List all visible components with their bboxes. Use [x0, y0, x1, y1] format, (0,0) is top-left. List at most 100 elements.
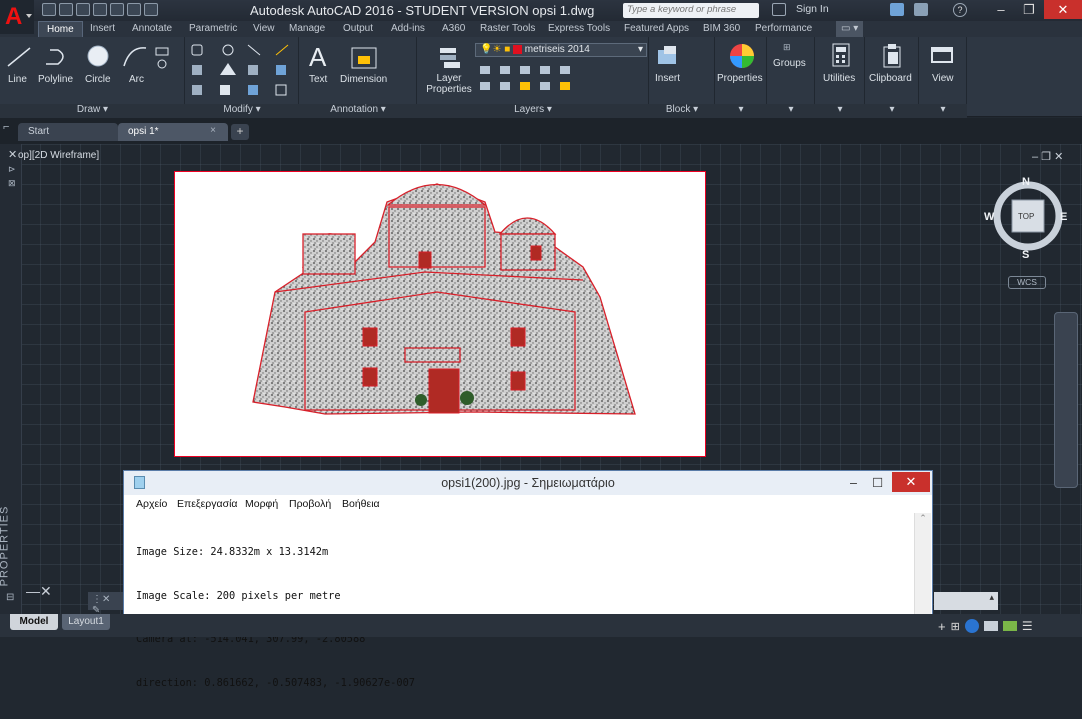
- plus-icon[interactable]: +: [938, 619, 946, 634]
- close-palette-icon[interactable]: ✕: [8, 148, 17, 161]
- tab-featured-apps[interactable]: Featured Apps: [624, 21, 689, 37]
- plot-icon[interactable]: [110, 3, 124, 16]
- draw-panel-label[interactable]: Draw ▾: [0, 104, 185, 118]
- workspace-icon[interactable]: ⊞: [951, 620, 960, 633]
- layout1-tab[interactable]: Layout1: [62, 614, 110, 630]
- viewcube-north[interactable]: N: [1022, 176, 1030, 188]
- new-icon[interactable]: [42, 3, 56, 16]
- text-tool-label[interactable]: Text: [309, 74, 327, 85]
- isolate-objects-icon[interactable]: [964, 619, 979, 633]
- tab-express-tools[interactable]: Express Tools: [548, 21, 610, 37]
- properties-panel-label[interactable]: ▾: [715, 104, 767, 118]
- palette-menu-icon[interactable]: ⊟: [6, 592, 14, 603]
- circle-tool-label[interactable]: Circle: [85, 74, 111, 85]
- sign-in-button[interactable]: Sign In: [796, 3, 829, 15]
- viewcube-south[interactable]: S: [1022, 249, 1029, 261]
- clipboard-label[interactable]: Clipboard: [869, 73, 912, 84]
- undo-icon[interactable]: [127, 3, 141, 16]
- command-history-toggle[interactable]: ▴: [934, 592, 998, 610]
- tab-raster-tools[interactable]: Raster Tools: [480, 21, 535, 37]
- menu-file[interactable]: Αρχείο: [136, 498, 167, 510]
- restore-button[interactable]: ❐: [1014, 0, 1044, 19]
- clean-screen-icon[interactable]: [1002, 621, 1017, 631]
- layers-panel-label[interactable]: Layers ▾: [417, 104, 649, 118]
- exchange-icon[interactable]: [890, 3, 904, 16]
- tab-performance[interactable]: Performance: [755, 21, 812, 37]
- workspace-toggle-icon[interactable]: ▭ ▾: [836, 21, 864, 37]
- model-tab[interactable]: Model: [10, 614, 58, 630]
- insert-label[interactable]: Insert: [655, 73, 680, 84]
- arc-tool-label[interactable]: Arc: [129, 74, 144, 85]
- viewport-controls[interactable]: op][2D Wireframe]: [18, 150, 99, 161]
- application-menu-button[interactable]: A: [0, 0, 34, 34]
- notepad-close-button[interactable]: ✕: [892, 472, 930, 492]
- groups-panel-label[interactable]: ▾: [767, 104, 815, 118]
- navigation-bar[interactable]: [1054, 312, 1078, 488]
- groups-label[interactable]: Groups: [773, 58, 806, 69]
- search-input[interactable]: Type a keyword or phrase: [623, 3, 759, 18]
- file-tab-menu-icon[interactable]: ⌐: [3, 121, 15, 139]
- menu-help[interactable]: Βοήθεια: [342, 498, 380, 510]
- modify-panel-label[interactable]: Modify ▾: [185, 104, 299, 118]
- tab-bim-360[interactable]: BIM 360: [703, 21, 740, 37]
- help-icon[interactable]: ?: [953, 3, 967, 17]
- utilities-label[interactable]: Utilities: [823, 73, 855, 84]
- properties-palette-label[interactable]: PROPERTIES: [0, 506, 10, 587]
- clipboard-panel-label[interactable]: ▾: [865, 104, 919, 118]
- viewcube-east[interactable]: E: [1060, 211, 1067, 223]
- viewcube-top-face[interactable]: TOP: [1018, 212, 1034, 221]
- palette-pin-icon[interactable]: ⊳: [8, 164, 16, 175]
- tab-manage[interactable]: Manage: [289, 21, 325, 37]
- calculator-icon[interactable]: [830, 42, 852, 68]
- file-tab-start[interactable]: Start: [18, 123, 118, 141]
- scroll-up-icon[interactable]: ⌃: [915, 513, 931, 524]
- new-tab-button[interactable]: +: [231, 124, 249, 140]
- menu-view[interactable]: Προβολή: [289, 498, 331, 510]
- save-as-icon[interactable]: [93, 3, 107, 16]
- file-tab-current[interactable]: opsi 1* ×: [118, 123, 228, 141]
- annotation-panel-label[interactable]: Annotation ▾: [299, 104, 417, 118]
- menu-format[interactable]: Μορφή: [245, 498, 278, 510]
- view-label[interactable]: View: [932, 73, 954, 84]
- close-button[interactable]: ✕: [1044, 0, 1082, 19]
- hardware-acceleration-icon[interactable]: [983, 621, 998, 631]
- dimension-icon[interactable]: [350, 44, 380, 70]
- viewcube-west[interactable]: W: [984, 211, 994, 223]
- palette-settings-icon[interactable]: ⊠: [8, 178, 16, 189]
- tab-insert[interactable]: Insert: [90, 21, 115, 37]
- tab-view[interactable]: View: [253, 21, 275, 37]
- layer-dropdown[interactable]: 💡☀ ■ metriseis 2014 ▾: [475, 43, 647, 57]
- customization-menu-icon[interactable]: ☰: [1022, 619, 1033, 633]
- properties-color-wheel-icon[interactable]: [728, 42, 756, 70]
- utilities-panel-label[interactable]: ▾: [815, 104, 865, 118]
- wcs-menu[interactable]: WCS: [1008, 276, 1046, 289]
- properties-label[interactable]: Properties: [717, 73, 763, 84]
- insert-block-icon[interactable]: [654, 44, 682, 70]
- autodesk-a360-icon[interactable]: [914, 3, 928, 16]
- viewport-window-controls[interactable]: – ❐ ✕: [1032, 150, 1063, 163]
- tab-output[interactable]: Output: [343, 21, 373, 37]
- minimize-button[interactable]: –: [986, 0, 1016, 19]
- binoculars-icon[interactable]: [772, 3, 786, 16]
- redo-icon[interactable]: [144, 3, 158, 16]
- menu-edit[interactable]: Επεξεργασία: [177, 498, 238, 510]
- tab-home[interactable]: Home: [38, 21, 83, 37]
- command-line-strip[interactable]: ⋮✕ ✎: [88, 592, 123, 616]
- notepad-minimize-button[interactable]: –: [850, 471, 857, 495]
- groups-icon[interactable]: ⊞: [783, 42, 797, 54]
- tab-annotate[interactable]: Annotate: [132, 21, 172, 37]
- save-icon[interactable]: [76, 3, 90, 16]
- view-panel-label[interactable]: ▾: [919, 104, 967, 118]
- tab-add-ins[interactable]: Add-ins: [391, 21, 425, 37]
- close-tab-icon[interactable]: ×: [210, 125, 216, 136]
- text-icon[interactable]: A: [309, 42, 326, 73]
- open-icon[interactable]: [59, 3, 73, 16]
- tab-a360[interactable]: A360: [442, 21, 465, 37]
- block-panel-label[interactable]: Block ▾: [649, 104, 715, 118]
- layer-properties-icon[interactable]: [438, 44, 464, 70]
- layer-properties-label[interactable]: Layer Properties: [426, 73, 472, 95]
- line-tool-label[interactable]: Line: [8, 74, 27, 85]
- tab-parametric[interactable]: Parametric: [189, 21, 237, 37]
- dimension-tool-label[interactable]: Dimension: [340, 74, 387, 85]
- view-window-icon[interactable]: [930, 44, 954, 66]
